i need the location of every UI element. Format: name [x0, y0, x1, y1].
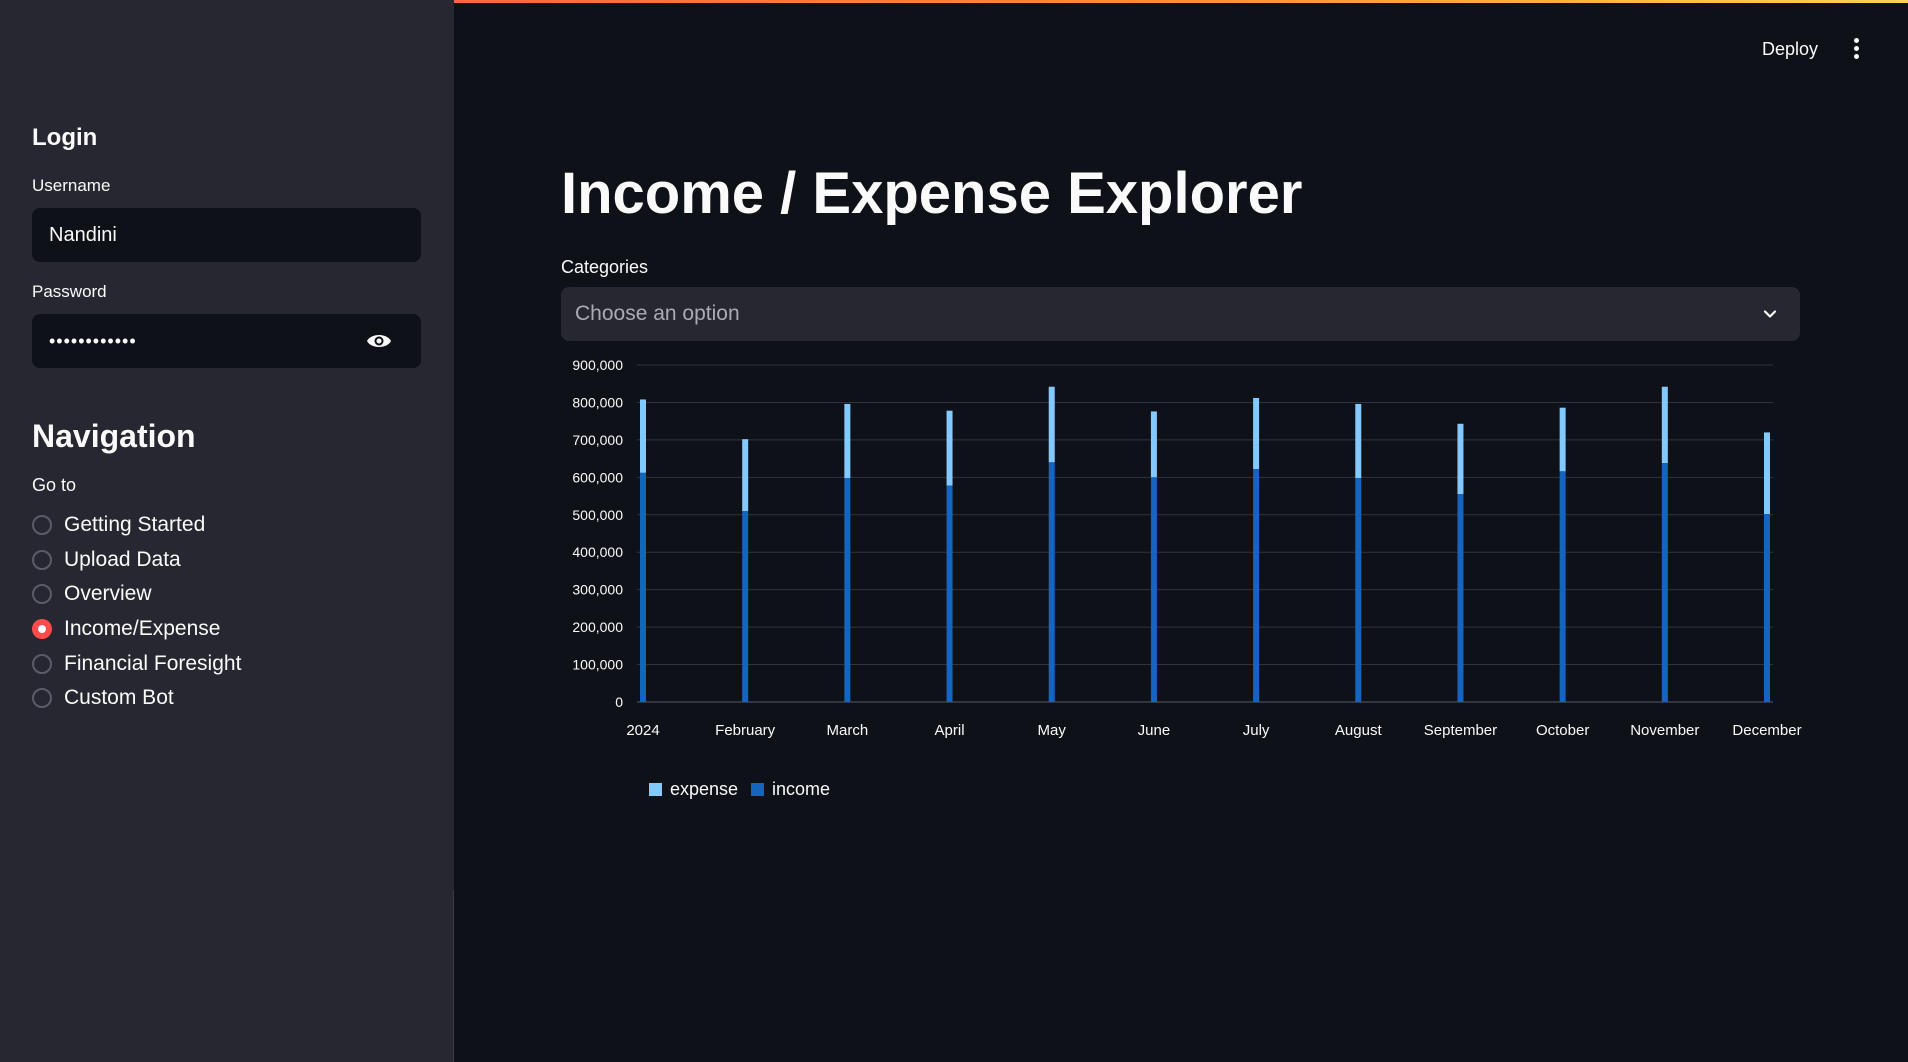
- nav-radio-label: Custom Bot: [64, 686, 174, 710]
- nav-radio-item[interactable]: Income/Expense: [32, 612, 421, 647]
- nav-radio-label: Income/Expense: [64, 617, 221, 641]
- x-tick-label: September: [1424, 722, 1497, 739]
- nav-radio-item[interactable]: Getting Started: [32, 508, 421, 543]
- deploy-button[interactable]: Deploy: [1762, 36, 1818, 62]
- expense-bar: [1764, 432, 1770, 515]
- password-value: ••••••••••••: [49, 330, 137, 351]
- expense-bar: [1253, 397, 1260, 470]
- username-field[interactable]: Nandini: [32, 208, 421, 262]
- sidebar: Login Username Nandini Password ••••••••…: [0, 0, 454, 1062]
- x-tick-label: November: [1630, 722, 1699, 739]
- categories-label: Categories: [561, 257, 649, 277]
- categories-select[interactable]: Choose an option: [561, 287, 1800, 341]
- legend-swatch-expense: [649, 783, 662, 796]
- x-tick-label: October: [1536, 722, 1589, 739]
- expense-bar: [1457, 423, 1464, 495]
- y-tick-label: 500,000: [572, 507, 623, 523]
- expense-bar: [1150, 411, 1157, 478]
- income-expense-chart: 0 100,000 200,000 300,000 400,000 500,000 600,…: [572, 357, 1801, 799]
- nav-radio-item[interactable]: Custom Bot: [32, 681, 421, 716]
- y-tick-label: 900,000: [572, 357, 623, 373]
- income-bar: [1355, 478, 1362, 702]
- x-tick-label: June: [1138, 722, 1171, 739]
- x-tick-label: July: [1243, 722, 1270, 739]
- categories-placeholder: Choose an option: [575, 302, 740, 325]
- income-bar: [1457, 494, 1464, 702]
- password-field[interactable]: ••••••••••••: [32, 314, 421, 368]
- login-heading: Login: [32, 124, 98, 151]
- expense-bar: [1559, 407, 1566, 472]
- x-tick-label: April: [935, 722, 965, 739]
- y-tick-label: 200,000: [572, 619, 623, 635]
- expense-bar: [844, 403, 851, 479]
- expense-bar: [1355, 403, 1362, 479]
- eye-icon[interactable]: [365, 329, 393, 353]
- radio-button-icon[interactable]: [32, 515, 52, 536]
- expense-bar: [1048, 386, 1055, 463]
- radio-button-icon[interactable]: [32, 653, 52, 674]
- income-bar: [640, 472, 646, 702]
- legend-swatch-income: [751, 783, 764, 796]
- income-bar: [1150, 477, 1157, 702]
- nav-radio-label: Getting Started: [64, 513, 206, 537]
- radio-button-icon[interactable]: [32, 688, 52, 709]
- legend-label-income: income: [772, 779, 830, 799]
- goto-label: Go to: [32, 475, 77, 495]
- page-title: Income / Expense Explorer: [561, 161, 1303, 226]
- income-bar: [742, 511, 749, 702]
- nav-radio-group: Getting Started Upload Data Overview Income…: [32, 508, 421, 716]
- username-value: Nandini: [49, 223, 117, 246]
- chevron-down-icon: [1763, 310, 1777, 318]
- y-tick-label: 400,000: [572, 544, 623, 560]
- x-tick-label: December: [1732, 722, 1801, 739]
- x-tick-label: February: [715, 722, 776, 739]
- income-bar: [844, 478, 851, 702]
- nav-radio-label: Overview: [64, 582, 152, 606]
- navigation-heading: Navigation: [32, 418, 196, 454]
- nav-radio-label: Upload Data: [64, 547, 181, 571]
- expense-bar: [946, 410, 953, 486]
- password-label: Password: [32, 282, 107, 301]
- legend-label-expense: expense: [670, 779, 738, 799]
- y-tick-label: 0: [615, 694, 623, 710]
- username-label: Username: [32, 176, 111, 195]
- income-bar: [1661, 463, 1668, 702]
- x-tick-label: 2024: [626, 722, 659, 739]
- sidebar-content: Login Username Nandini Password ••••••••…: [32, 120, 421, 716]
- nav-radio-item[interactable]: Overview: [32, 577, 421, 612]
- nav-radio-label: Financial Foresight: [64, 651, 242, 675]
- x-tick-label: August: [1335, 722, 1383, 739]
- income-bar: [1253, 469, 1260, 702]
- x-tick-label: March: [827, 722, 869, 739]
- nav-radio-item[interactable]: Financial Foresight: [32, 646, 421, 681]
- x-tick-label: May: [1038, 722, 1067, 739]
- radio-button-icon[interactable]: [32, 549, 52, 570]
- expense-bar: [1661, 386, 1668, 464]
- y-tick-label: 800,000: [572, 394, 623, 410]
- kebab-menu-icon[interactable]: [1850, 38, 1862, 60]
- income-bar: [1048, 462, 1055, 702]
- y-tick-label: 700,000: [572, 432, 623, 448]
- sidebar-divider: [453, 890, 454, 1062]
- income-bar: [1559, 471, 1566, 702]
- expense-bar: [742, 439, 749, 512]
- y-tick-label: 100,000: [572, 657, 623, 673]
- y-tick-label: 600,000: [572, 469, 623, 485]
- income-bar: [1764, 514, 1770, 702]
- radio-button-icon[interactable]: [32, 619, 52, 640]
- radio-button-icon[interactable]: [32, 584, 52, 605]
- income-bar: [946, 485, 953, 702]
- y-tick-label: 300,000: [572, 582, 623, 598]
- expense-bar: [640, 399, 646, 473]
- nav-radio-item[interactable]: Upload Data: [32, 543, 421, 578]
